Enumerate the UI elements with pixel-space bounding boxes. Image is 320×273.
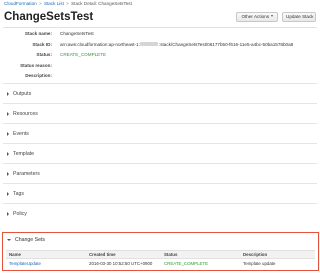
change-set-description: Template update: [243, 261, 276, 266]
expand-arrow-icon: [7, 171, 9, 176]
stack-id-label: Stack ID:: [32, 41, 52, 47]
stack-id-value: arn:aws:cloudformation:ap-northeast-1: :s…: [60, 40, 293, 51]
section-events[interactable]: Events: [3, 123, 317, 143]
expand-arrow-icon: [7, 91, 9, 96]
section-label: Policy: [13, 210, 27, 217]
stack-sections: Outputs Resources Events Template Parame…: [3, 83, 317, 223]
column-header-status[interactable]: Status: [164, 251, 177, 259]
section-tags[interactable]: Tags: [3, 183, 317, 203]
status-label: Status:: [36, 52, 52, 57]
change-set-status: CREATE_COMPLETE: [164, 261, 209, 266]
table-row[interactable]: TemplateUpdate 2016-03-30 10:52:50 UTC+0…: [6, 259, 315, 269]
change-set-name-link[interactable]: TemplateUpdate: [9, 259, 41, 269]
breadcrumb-cloudformation-link[interactable]: CloudFormation: [4, 1, 37, 6]
section-resources[interactable]: Resources: [3, 103, 317, 123]
section-change-sets[interactable]: Change Sets: [7, 235, 45, 245]
column-header-created-time[interactable]: Created time: [89, 251, 116, 259]
other-actions-button[interactable]: Other Actions: [236, 12, 278, 22]
expand-arrow-icon: [7, 131, 9, 136]
breadcrumb-current: Stack Detail: ChangeSetsTest: [71, 1, 132, 6]
section-outputs[interactable]: Outputs: [3, 83, 317, 103]
breadcrumb-stack-list-link[interactable]: Stack List: [44, 1, 64, 6]
collapse-arrow-icon: [7, 239, 11, 241]
stack-name-label: Stack name:: [24, 31, 52, 36]
section-label: Parameters: [13, 170, 40, 177]
section-label: Resources: [13, 110, 38, 117]
expand-arrow-icon: [7, 191, 9, 196]
stack-id-prefix: arn:aws:cloudformation:ap-northeast-1:: [60, 41, 140, 47]
page-title: ChangeSetsTest: [4, 11, 94, 23]
breadcrumb-separator: >: [38, 1, 42, 6]
stack-name-value: ChangeSetsTest: [60, 31, 94, 36]
section-label: Outputs: [13, 90, 32, 97]
expand-arrow-icon: [7, 151, 9, 156]
update-stack-button[interactable]: Update Stack: [282, 12, 316, 22]
detail-row-status: Status: CREATE_COMPLETE: [0, 50, 320, 61]
change-sets-title: Change Sets: [15, 237, 45, 243]
chevron-down-icon: [270, 15, 273, 17]
redacted-account-id: [140, 42, 159, 46]
detail-row-status-reason: Status reason:: [0, 61, 320, 72]
divider: [3, 27, 317, 28]
section-label: Tags: [13, 190, 24, 197]
change-sets-table: Name Created time Status Description Tem…: [6, 250, 315, 269]
status-reason-label: Status reason:: [20, 62, 52, 68]
section-label: Events: [13, 130, 29, 137]
stack-id-suffix: :stack/ChangeSetsTest/06177b50-f616-11e5…: [158, 41, 294, 47]
section-label: Template: [13, 150, 35, 157]
expand-arrow-icon: [7, 111, 9, 116]
section-parameters[interactable]: Parameters: [3, 163, 317, 183]
other-actions-label: Other Actions: [241, 14, 270, 19]
breadcrumb: CloudFormation > Stack List > Stack Deta…: [4, 1, 132, 7]
table-header: Name Created time Status Description: [6, 250, 315, 259]
expand-arrow-icon: [7, 211, 9, 216]
detail-row-description: Description:: [0, 71, 320, 82]
breadcrumb-separator: >: [66, 1, 69, 6]
status-value: CREATE_COMPLETE: [60, 52, 107, 57]
description-label: Description:: [25, 73, 52, 78]
change-set-created-time: 2016-03-30 10:52:50 UTC+0900: [89, 261, 153, 266]
detail-row-stack-id: Stack ID: arn:aws:cloudformation:ap-nort…: [0, 40, 320, 51]
stack-details: Stack name: ChangeSetsTest Stack ID: arn…: [0, 29, 320, 82]
detail-row-stack-name: Stack name: ChangeSetsTest: [0, 29, 320, 40]
change-sets-panel: Change Sets Name Created time Status Des…: [2, 232, 319, 271]
section-template[interactable]: Template: [3, 143, 317, 163]
section-policy[interactable]: Policy: [3, 203, 317, 223]
column-header-name[interactable]: Name: [9, 251, 21, 259]
update-stack-label: Update Stack: [286, 14, 314, 19]
column-header-description[interactable]: Description: [243, 251, 267, 259]
